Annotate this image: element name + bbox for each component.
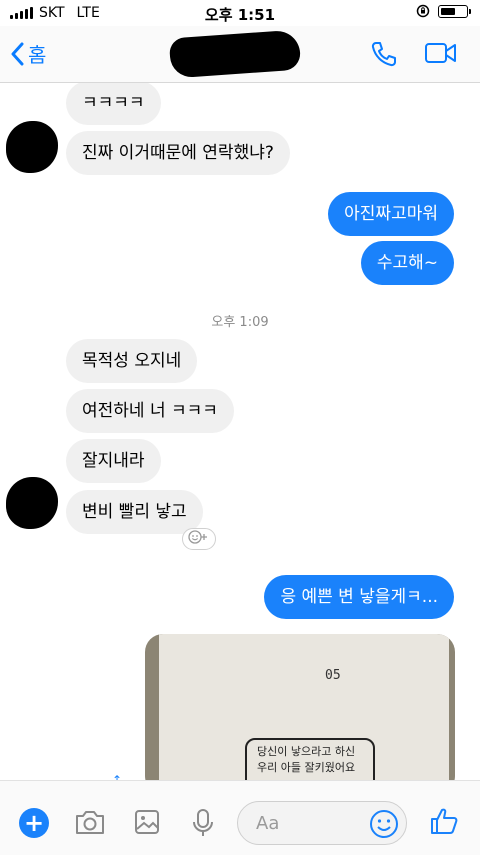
message-timestamp: 오후 1:09 (211, 315, 269, 330)
battery-icon (438, 4, 471, 18)
header-actions (370, 40, 458, 68)
phone-icon[interactable] (370, 40, 398, 68)
orientation-lock-icon (416, 4, 430, 18)
photo-page-number: 05 (325, 668, 341, 683)
contact-avatar-redacted[interactable] (6, 121, 58, 173)
message-bubble-incoming[interactable]: 목적성 오지네 (66, 339, 198, 383)
message-bubble-outgoing[interactable]: 아진짜고마워 (328, 192, 454, 236)
microphone-icon[interactable] (191, 808, 215, 838)
message-input[interactable]: Aa (237, 801, 407, 845)
message-bubble-incoming[interactable]: 변비 빨리 낳고 (66, 490, 203, 534)
photo-message[interactable]: 05 당신이 낳으라고 하신 우리 아들 잘키웠어요 (145, 634, 455, 780)
emoji-icon[interactable] (368, 808, 400, 840)
add-reaction-button[interactable] (182, 528, 216, 550)
conversation-header: 홈 (0, 26, 480, 83)
message-bubble-outgoing[interactable]: 응 예쁜 변 낳을게ㅋ... (264, 575, 454, 619)
camera-icon[interactable] (74, 808, 106, 836)
like-thumbs-up-icon[interactable] (428, 805, 460, 837)
back-button[interactable]: 홈 (10, 39, 46, 68)
photo-handwriting-line: 당신이 낳으라고 하신 (257, 745, 356, 758)
video-call-icon[interactable] (424, 40, 458, 66)
message-input-placeholder: Aa (256, 813, 280, 834)
scroll-up-arrow-icon[interactable]: ↑ (112, 773, 122, 780)
smiley-plus-icon (188, 530, 207, 544)
status-bar: SKT LTE 오후 1:51 (0, 0, 480, 26)
chevron-left-icon (11, 42, 24, 65)
status-time: 오후 1:51 (204, 6, 276, 24)
message-bubble-outgoing[interactable]: 수고해~ (360, 241, 454, 285)
photo-handwriting: 당신이 낳으라고 하신 우리 아들 잘키웠어요 (257, 744, 355, 776)
contact-avatar-redacted[interactable] (6, 477, 58, 529)
message-list[interactable]: ㅋㅋㅋㅋ 진짜 이거때문에 연락했냐? 아진짜고마워 수고해~ 오후 1:09 … (0, 83, 480, 780)
message-bubble-incoming[interactable]: 잘지내라 (66, 439, 161, 483)
gallery-icon[interactable] (133, 808, 161, 836)
photo-handwriting-line: 우리 아들 잘키웠어요 (257, 761, 356, 774)
back-label: 홈 (28, 43, 47, 67)
more-actions-button[interactable]: + (19, 808, 49, 838)
message-bubble-incoming[interactable]: 여전하네 너 ㅋㅋㅋ (66, 389, 234, 433)
message-bubble-incoming[interactable]: ㅋㅋㅋㅋ (66, 83, 161, 125)
contact-name-redacted[interactable] (168, 29, 302, 79)
message-bubble-incoming[interactable]: 진짜 이거때문에 연락했냐? (66, 131, 290, 175)
status-right (416, 4, 471, 18)
composer-bar: + Aa (0, 780, 480, 855)
